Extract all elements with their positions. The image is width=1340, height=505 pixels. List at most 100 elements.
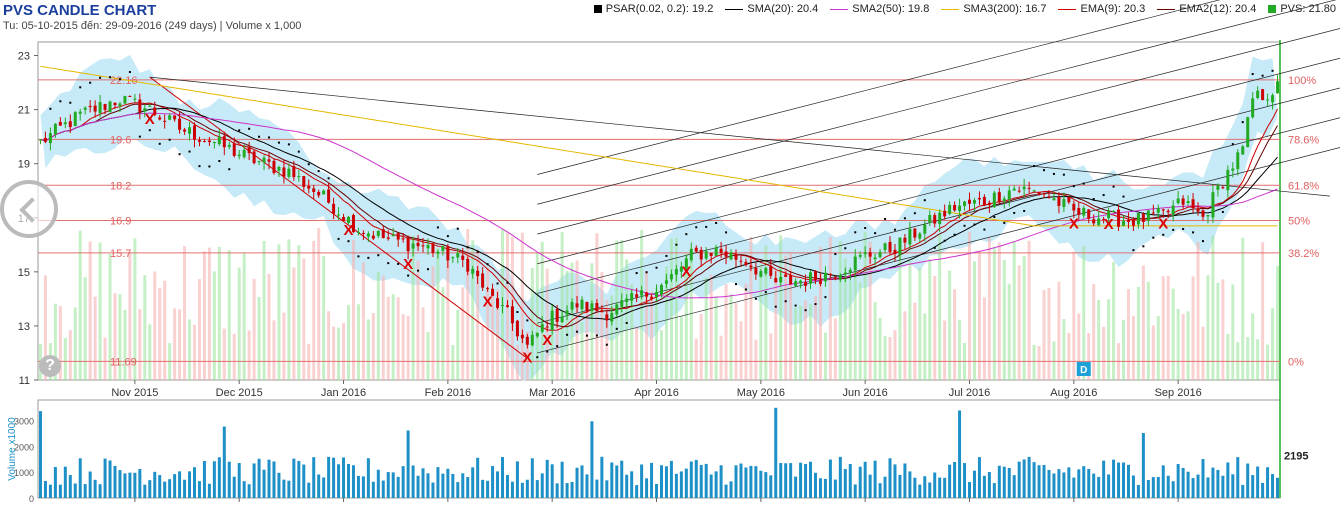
volume-bar — [351, 465, 355, 498]
volume-bar — [337, 464, 341, 498]
volume-bar — [585, 474, 589, 498]
candle-body — [381, 229, 385, 238]
bg-volume-bar — [292, 267, 296, 380]
chart-canvas[interactable]: 22.16 100%19.6 78.6%18.2 61.8%16.9 50%15.7 38… — [0, 0, 1340, 505]
candle-body — [1166, 210, 1170, 213]
candle-body — [968, 199, 971, 204]
volume-bar — [997, 465, 1001, 498]
volume-bar — [948, 464, 952, 498]
bg-volume-bar — [431, 266, 435, 380]
volume-bar — [664, 466, 668, 498]
bg-volume-bar — [982, 297, 986, 380]
bg-volume-bar — [93, 296, 97, 380]
candle-body — [217, 136, 221, 145]
psar-dot — [605, 343, 608, 346]
psar-dot — [645, 271, 648, 274]
bg-volume-bar — [903, 311, 907, 380]
candle-body — [709, 252, 713, 256]
volume-bar — [197, 481, 201, 498]
candle-body — [307, 185, 311, 189]
volume-bar — [282, 479, 286, 498]
bg-volume-bar — [247, 330, 251, 380]
psar-dot — [228, 168, 231, 171]
candle-body — [918, 233, 922, 239]
bg-volume-bar — [1171, 288, 1175, 380]
volume-panel: 3000200010000Volume x1000 2195 — [7, 407, 1308, 504]
volume-bar — [1261, 482, 1265, 498]
bg-volume-bar — [813, 296, 817, 380]
candle-body — [148, 105, 152, 107]
volume-bar — [699, 464, 703, 498]
candle-body — [93, 105, 97, 112]
volume-bar — [73, 483, 77, 498]
volume-bar — [1221, 475, 1225, 498]
psar-dot — [963, 224, 966, 227]
volume-bar — [1012, 475, 1016, 498]
bg-volume-bar — [704, 277, 708, 380]
volume-bar — [560, 461, 564, 498]
volume-bar — [227, 461, 231, 498]
volume-bar — [148, 480, 152, 498]
volume-bar — [188, 471, 192, 498]
volume-bar — [968, 482, 971, 498]
candle-body — [371, 235, 375, 239]
volume-bar — [1002, 466, 1006, 498]
psar-dot — [287, 143, 290, 146]
bg-volume-bar — [381, 275, 385, 380]
candle-body — [1156, 207, 1160, 213]
volume-bar — [178, 471, 182, 498]
candle-body — [963, 201, 967, 207]
volume-bar — [1276, 477, 1280, 498]
volume-bar — [292, 458, 296, 498]
volume-bar — [1077, 469, 1081, 498]
psar-dot — [128, 71, 131, 74]
candle-body — [88, 105, 92, 108]
psar-dot — [923, 199, 926, 202]
bg-volume-bar — [1017, 265, 1021, 380]
help-button[interactable]: ? — [39, 355, 61, 377]
bg-volume-bar — [1037, 345, 1041, 380]
scroll-back-button[interactable] — [0, 180, 58, 238]
volume-bar — [714, 471, 718, 498]
psar-dot — [268, 136, 271, 139]
volume-bar — [510, 481, 514, 498]
candle-body — [1241, 146, 1245, 155]
bg-volume-bar — [818, 246, 822, 380]
candle-body — [953, 204, 957, 211]
candle-body — [237, 154, 241, 157]
candle-body — [853, 256, 857, 271]
volume-bar — [461, 473, 465, 498]
candle-body — [247, 147, 251, 154]
candle-body — [977, 197, 981, 200]
candle-body — [580, 299, 584, 310]
volume-bar — [843, 469, 847, 498]
bg-volume-bar — [823, 332, 827, 380]
bg-volume-bar — [88, 241, 92, 380]
volume-bar — [625, 474, 629, 498]
candle-body — [913, 228, 917, 238]
candle-body — [1012, 188, 1016, 191]
bg-volume-bar — [426, 332, 430, 380]
bg-volume-bar — [347, 304, 350, 380]
candle-body — [1112, 210, 1116, 212]
bg-volume-bar — [1256, 339, 1260, 380]
volume-bar — [1047, 469, 1051, 498]
psar-dot — [486, 263, 489, 266]
candle-body — [655, 292, 659, 297]
volume-bar — [878, 483, 882, 498]
candle-body — [476, 270, 480, 277]
candle-body — [53, 123, 57, 135]
candle-body — [232, 143, 236, 156]
volume-bar — [222, 426, 226, 498]
candle-body — [938, 212, 942, 225]
candle-body — [774, 278, 778, 283]
candle-body — [590, 303, 594, 311]
volume-bar — [590, 421, 594, 498]
volume-bar — [530, 458, 534, 498]
volume-bar — [168, 479, 172, 498]
psar-dot — [1201, 240, 1204, 243]
bg-volume-bar — [1032, 344, 1036, 380]
y-tick-label: 13 — [18, 321, 30, 333]
volume-bar — [446, 468, 450, 498]
psar-dot — [1033, 165, 1036, 168]
